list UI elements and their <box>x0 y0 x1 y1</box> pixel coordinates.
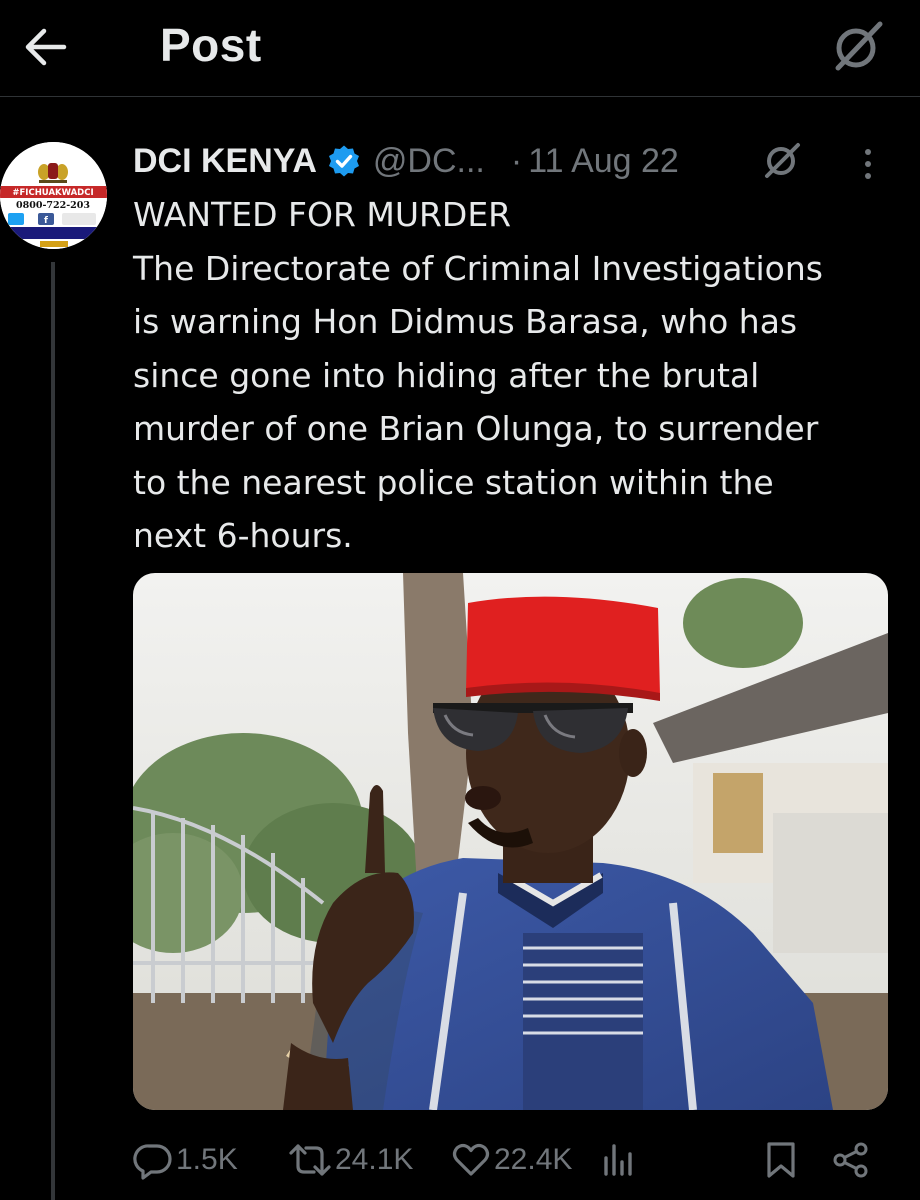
dci-logo-icon: #FICHUAKWADCI 0800-722-203 f <box>0 142 107 249</box>
like-count: 22.4K <box>494 1143 573 1176</box>
views-button[interactable] <box>601 1132 637 1188</box>
reply-icon <box>133 1144 172 1180</box>
post-text-line: The Directorate of Criminal Investigatio… <box>133 248 823 288</box>
separator-dot: · <box>510 141 523 180</box>
grok-icon <box>835 21 883 71</box>
back-button[interactable] <box>10 12 80 82</box>
like-button[interactable]: 22.4K <box>451 1132 572 1188</box>
more-options-button[interactable] <box>846 140 890 188</box>
post-text-line: to the nearest police station within the <box>133 462 774 502</box>
more-dot-icon <box>865 161 871 167</box>
grok-icon <box>765 143 800 178</box>
avatar-banner-text: #FICHUAKWADCI <box>12 188 93 198</box>
heart-icon <box>452 1143 490 1176</box>
post-text-headline: WANTED FOR MURDER <box>133 195 512 234</box>
grok-analyze-button[interactable] <box>758 136 806 184</box>
share-button[interactable] <box>831 1132 871 1188</box>
analytics-icon <box>604 1144 632 1176</box>
post-date[interactable]: 11 Aug 22 <box>528 142 679 181</box>
back-arrow-icon <box>25 28 67 66</box>
share-icon <box>833 1142 868 1178</box>
post-text-line: since gone into hiding after the brutal <box>133 355 760 395</box>
bookmark-button[interactable] <box>763 1132 799 1188</box>
avatar[interactable]: #FICHUAKWADCI 0800-722-203 f <box>0 142 107 249</box>
post-text-line: murder of one Brian Olunga, to surrender <box>133 409 819 448</box>
photo-illustration <box>133 573 888 1110</box>
repost-button[interactable]: 24.1K <box>288 1132 413 1188</box>
repost-count: 24.1K <box>335 1143 414 1176</box>
reply-button[interactable]: 1.5K <box>133 1132 238 1188</box>
post-text-line: is warning Hon Didmus Barasa, who has <box>133 302 798 341</box>
page-title: Post <box>160 19 262 71</box>
display-name[interactable]: DCI KENYA <box>133 142 317 181</box>
reply-count: 1.5K <box>176 1143 238 1176</box>
verified-badge-icon <box>327 144 361 178</box>
post-image[interactable] <box>133 573 888 1110</box>
tweet-header: DCI KENYA @DC... · 11 Aug 22 <box>133 138 679 184</box>
repost-icon <box>289 1144 331 1176</box>
user-handle[interactable]: @DC... <box>373 142 485 181</box>
svg-text:f: f <box>44 216 48 226</box>
top-bar: Post <box>0 0 920 97</box>
post-action-bar: 1.5K 24.1K 22.4K <box>133 1132 893 1188</box>
thread-connector-line <box>51 262 55 1200</box>
avatar-phone-text: 0800-722-203 <box>16 200 90 211</box>
bookmark-icon <box>767 1142 795 1178</box>
more-dot-icon <box>865 173 871 179</box>
grok-button[interactable] <box>826 14 890 78</box>
post-text: WANTED FOR MURDER The Directorate of Cri… <box>133 188 903 563</box>
more-dot-icon <box>865 149 871 155</box>
post-text-line: next 6-hours. <box>133 516 353 555</box>
